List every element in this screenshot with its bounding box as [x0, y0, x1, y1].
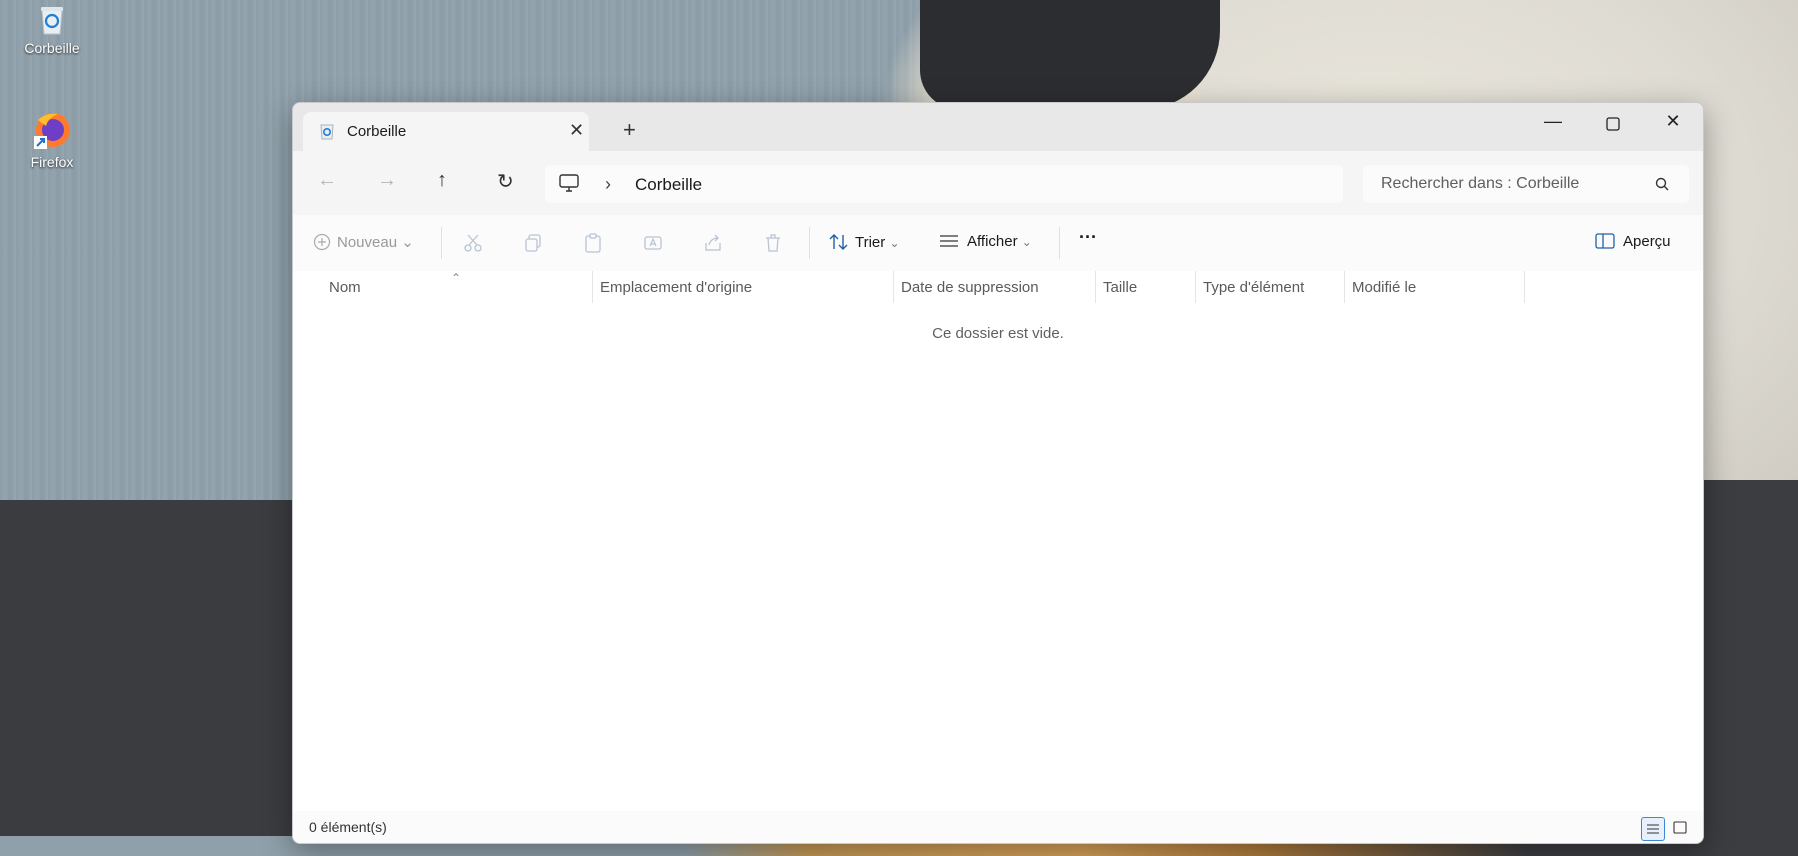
sort-icon [829, 234, 848, 250]
item-count: 0 élément(s) [309, 819, 387, 835]
back-button[interactable]: ← [317, 169, 337, 192]
column-header-deleted-date[interactable]: Date de suppression [901, 279, 1039, 296]
column-header-size[interactable]: Taille [1103, 279, 1137, 296]
search-icon [1655, 177, 1669, 191]
column-header-name[interactable]: Nom [329, 279, 361, 296]
address-bar[interactable]: › Corbeille [545, 165, 1343, 203]
cut-icon[interactable] [463, 233, 483, 253]
new-button[interactable]: Nouveau ⌄ [313, 233, 414, 251]
close-tab-icon[interactable]: ✕ [569, 120, 584, 141]
tab-title: Corbeille [347, 123, 407, 140]
recycle-bin-icon [41, 7, 63, 35]
view-button-label: Afficher [967, 233, 1018, 250]
toolbar-divider [809, 227, 810, 259]
share-icon[interactable] [703, 233, 723, 253]
column-divider[interactable] [1195, 271, 1196, 303]
tiles-view-button[interactable] [1669, 817, 1691, 839]
details-view-button[interactable] [1641, 817, 1665, 841]
search-placeholder: Rechercher dans : Corbeille [1381, 175, 1580, 192]
preview-pane-button[interactable]: Aperçu [1595, 233, 1671, 250]
tiles-view-icon [1673, 821, 1687, 834]
new-tab-button[interactable]: + [623, 117, 636, 143]
details-view-icon [1647, 824, 1659, 834]
preview-pane-label: Aperçu [1623, 233, 1671, 250]
view-lines-icon [940, 235, 958, 247]
minimize-button[interactable]: — [1533, 111, 1573, 139]
view-button[interactable]: Afficher ⌄ [939, 233, 1032, 250]
column-header-modified[interactable]: Modifié le [1352, 279, 1416, 296]
desktop-icon-label: Corbeille [24, 40, 80, 56]
desktop-icon-label: Firefox [30, 154, 74, 170]
computer-icon [559, 174, 579, 192]
column-divider[interactable] [1095, 271, 1096, 303]
file-explorer-window: Corbeille ✕ + — ✕ ← → ↑ ↻ › Corbeille Re… [292, 102, 1704, 844]
column-headers: ⌃ Nom Emplacement d'origine Date de supp… [293, 271, 1703, 304]
sort-indicator-icon: ⌃ [451, 271, 462, 285]
sort-button[interactable]: Trier ⌄ [829, 233, 900, 251]
empty-folder-message: Ce dossier est vide. [932, 325, 1064, 342]
more-options-button[interactable]: ··· [1079, 227, 1097, 248]
paste-icon[interactable] [583, 233, 603, 253]
delete-icon[interactable] [763, 233, 783, 253]
title-bar: Corbeille ✕ + — ✕ [293, 103, 1703, 151]
desktop-icon-recycle-bin[interactable]: Corbeille [7, 4, 97, 56]
preview-pane-icon [1595, 233, 1615, 249]
toolbar-divider [441, 227, 442, 259]
new-button-label: Nouveau [337, 234, 398, 251]
rename-icon[interactable] [643, 233, 663, 253]
column-header-origin[interactable]: Emplacement d'origine [600, 279, 752, 296]
up-button[interactable]: ↑ [437, 169, 447, 192]
close-window-button[interactable]: ✕ [1653, 111, 1693, 139]
column-divider[interactable] [893, 271, 894, 303]
search-box[interactable]: Rechercher dans : Corbeille [1363, 165, 1689, 203]
maximize-icon [1606, 117, 1620, 131]
breadcrumb-separator[interactable]: › [605, 174, 611, 195]
forward-button[interactable]: → [377, 169, 397, 192]
tab-corbeille[interactable]: Corbeille ✕ [303, 112, 589, 151]
status-bar: 0 élément(s) [293, 811, 1703, 843]
desktop-wallpaper-dark-area [920, 0, 1220, 110]
column-divider[interactable] [1344, 271, 1345, 303]
column-divider[interactable] [592, 271, 593, 303]
navigation-bar: ← → ↑ ↻ › Corbeille Rechercher dans : Co… [293, 151, 1703, 215]
toolbar-divider [1059, 227, 1060, 259]
recycle-bin-icon [320, 124, 334, 140]
column-divider[interactable] [1524, 271, 1525, 303]
desktop-icon-firefox[interactable]: Firefox [7, 110, 97, 170]
column-header-type[interactable]: Type d'élément [1203, 279, 1304, 296]
sort-button-label: Trier [855, 234, 886, 251]
copy-icon[interactable] [523, 233, 543, 253]
maximize-button[interactable] [1593, 111, 1633, 139]
breadcrumb-current[interactable]: Corbeille [635, 175, 702, 195]
command-bar: Nouveau ⌄ Trier ⌄ Afficher ⌄ ··· Aperçu [293, 215, 1703, 272]
plus-circle-icon [313, 233, 331, 251]
firefox-icon [34, 113, 70, 149]
refresh-button[interactable]: ↻ [497, 169, 514, 194]
